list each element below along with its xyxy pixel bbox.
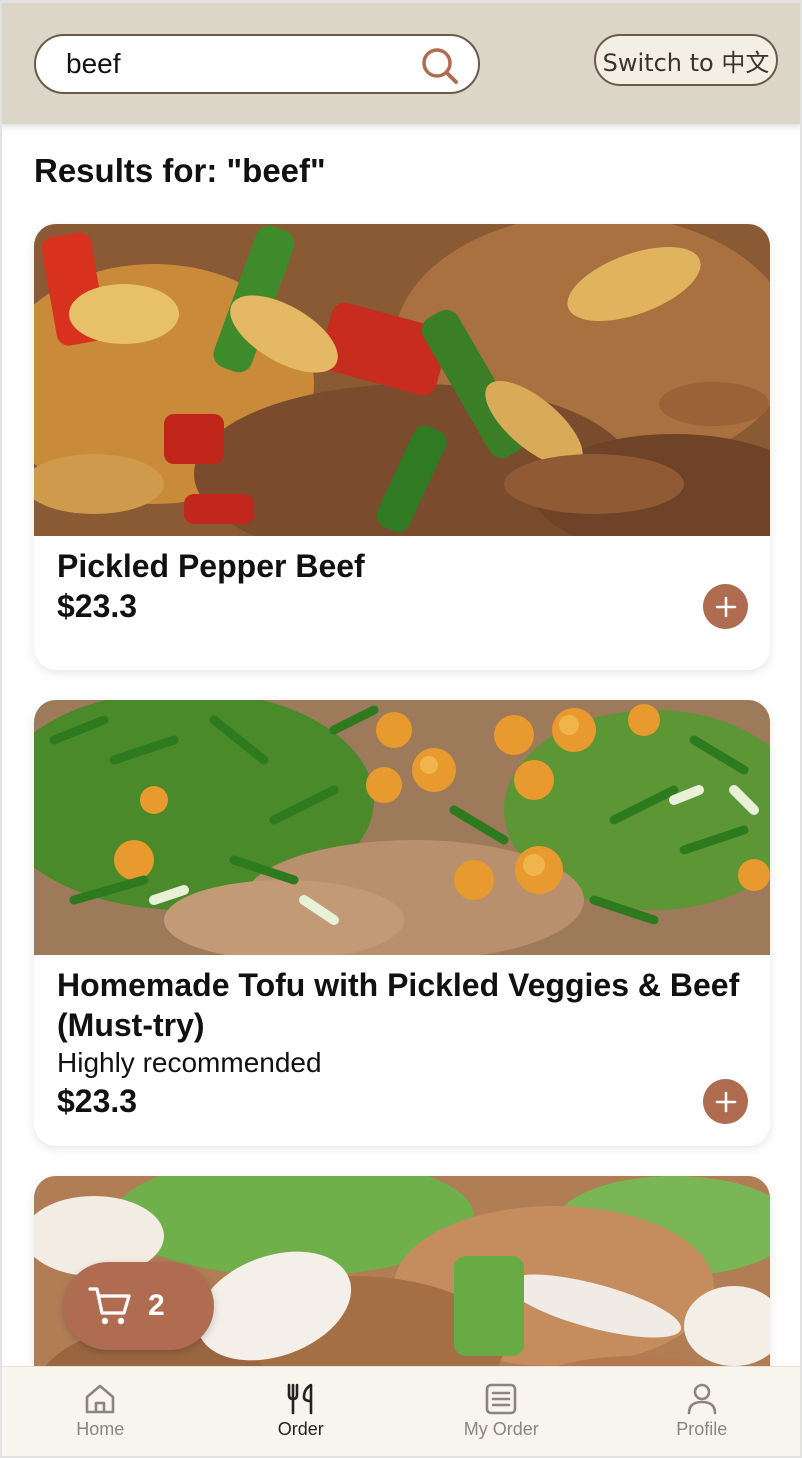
top-header: Switch to 中文	[0, 0, 802, 124]
nav-home[interactable]: Home	[0, 1367, 201, 1458]
search-icon	[422, 48, 458, 84]
plus-icon	[715, 1091, 736, 1112]
nav-my-order[interactable]: My Order	[401, 1367, 602, 1458]
search-input[interactable]	[66, 44, 406, 84]
user-icon	[687, 1383, 717, 1415]
home-icon	[85, 1384, 115, 1414]
bottom-nav: Home Order My Order Profile	[0, 1366, 802, 1458]
dish-card[interactable]: Pickled Pepper Beef $23.3	[34, 224, 770, 670]
add-to-cart-button[interactable]	[703, 584, 748, 629]
dish-price: $23.3	[57, 588, 138, 624]
list-icon	[485, 1383, 517, 1415]
nav-label: Order	[277, 1419, 324, 1439]
dish-info: Homemade Tofu with Pickled Veggies & Bee…	[34, 955, 770, 1121]
utensils-icon	[287, 1383, 313, 1415]
dish-description: Highly recommended	[57, 1047, 322, 1078]
cart-button[interactable]: 2	[64, 1262, 214, 1350]
dish-card[interactable]: Homemade Tofu with Pickled Veggies & Bee…	[34, 700, 770, 1146]
nav-profile[interactable]: Profile	[602, 1367, 802, 1458]
dish-name: Pickled Pepper Beef	[57, 548, 365, 584]
results-title: Results for: "beef"	[34, 152, 326, 189]
search-button[interactable]	[420, 46, 460, 86]
nav-label: My Order	[463, 1419, 539, 1439]
dish-info: Pickled Pepper Beef $23.3	[34, 536, 770, 626]
nav-label: Home	[76, 1419, 125, 1439]
dish-name: Homemade Tofu with Pickled Veggies & Bee…	[57, 967, 740, 1043]
dish-price: $23.3	[57, 1083, 138, 1119]
cart-icon	[88, 1287, 131, 1325]
add-to-cart-button[interactable]	[703, 1079, 748, 1124]
search-bar[interactable]	[34, 34, 480, 94]
nav-order[interactable]: Order	[201, 1367, 402, 1458]
dish-image	[34, 700, 770, 955]
dish-image	[34, 224, 770, 536]
plus-icon	[715, 596, 736, 617]
nav-label: Profile	[676, 1419, 728, 1439]
cart-count: 2	[148, 1289, 165, 1322]
switch-language-button[interactable]: Switch to 中文	[594, 34, 778, 86]
